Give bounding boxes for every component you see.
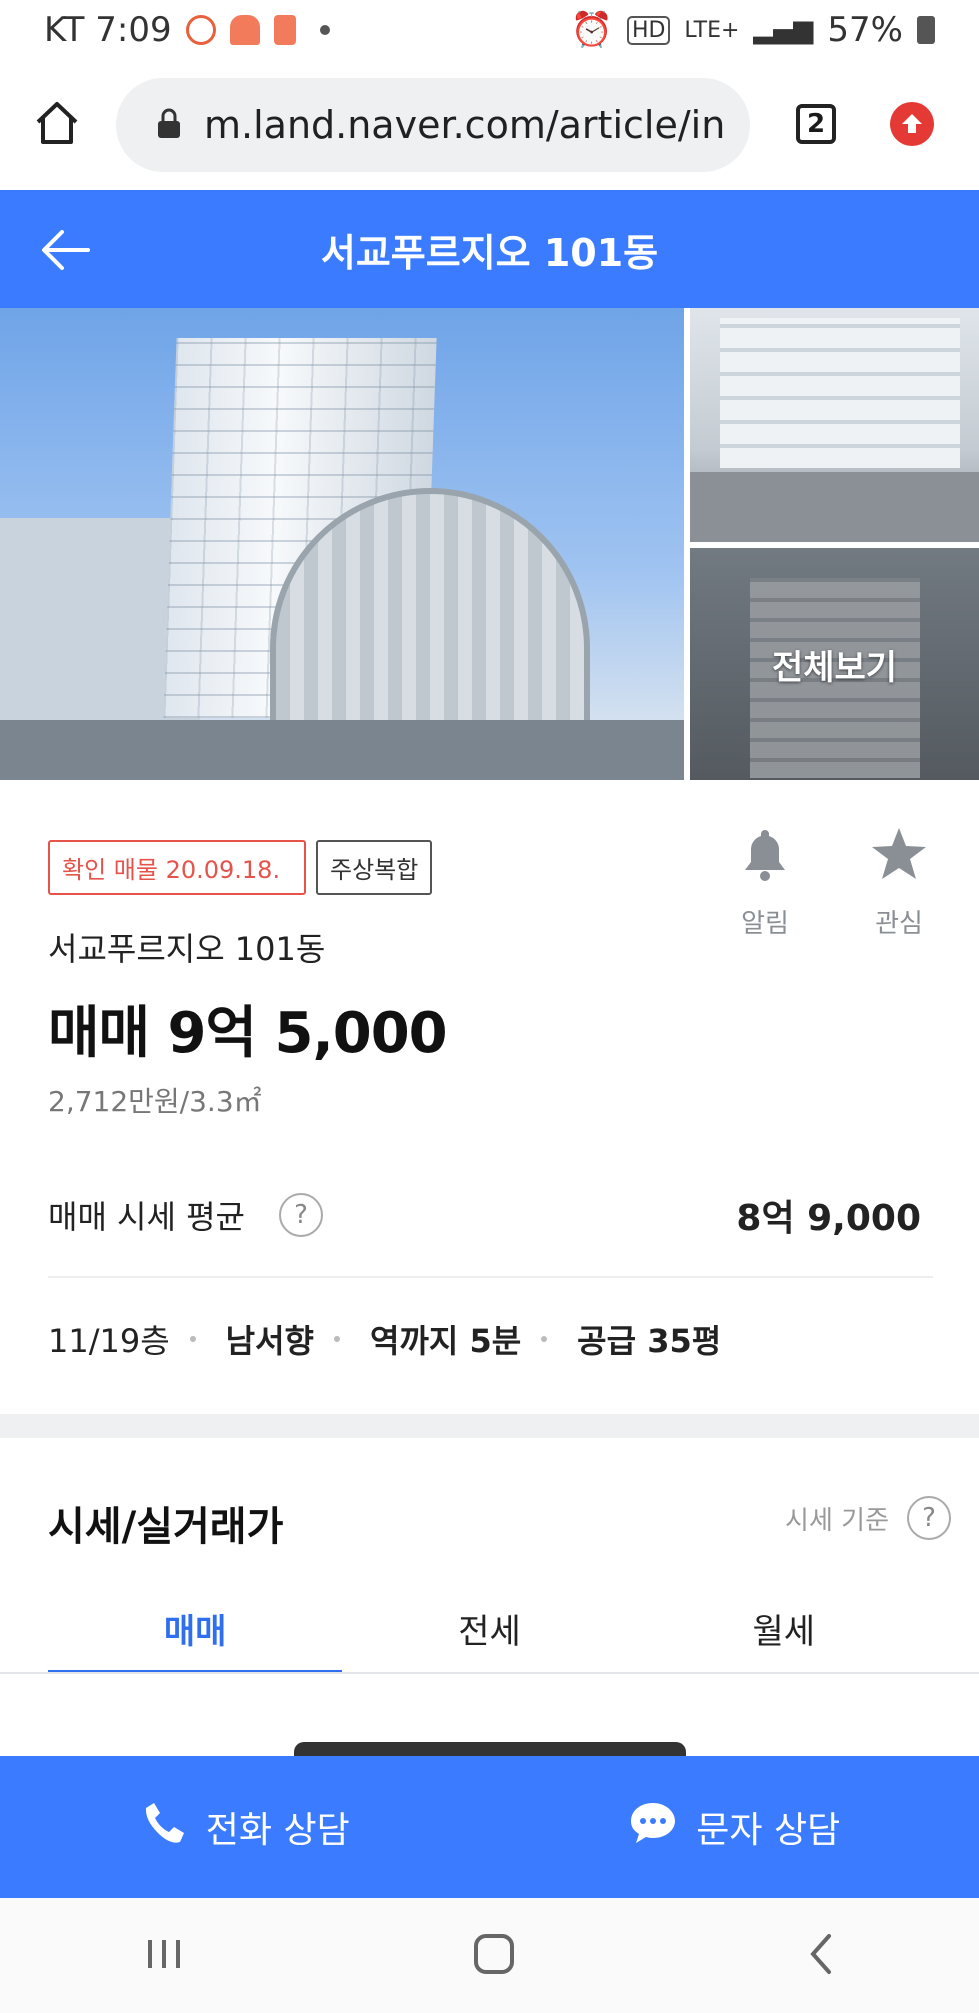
more-notifications-icon	[319, 25, 330, 35]
price-basis[interactable]: 시세 기준 ?	[785, 1496, 951, 1540]
photo-gallery: 전체보기	[0, 308, 979, 780]
call-consult-button[interactable]: 전화 상담	[0, 1756, 490, 1898]
listing-badges: 확인 매물 20.09.18. 주상복합	[48, 840, 433, 895]
lock-icon	[156, 107, 182, 143]
market-average-value: 8억 9,000	[736, 1198, 921, 1239]
tabs-underline	[0, 1672, 979, 1674]
supply-area: 공급 35평	[577, 1322, 722, 1360]
station-distance: 역까지 5분	[370, 1322, 522, 1360]
tab-switcher-button[interactable]: 2	[796, 104, 836, 144]
url-text: m.land.naver.com/article/in	[204, 103, 726, 147]
help-icon[interactable]: ?	[907, 1496, 951, 1540]
property-type-badge: 주상복합	[316, 840, 433, 895]
status-carrier-time: KT 7:09	[44, 10, 172, 50]
listing-specs: 11/19층 남서향 역까지 5분 공급 35평	[48, 1316, 721, 1362]
tab-sale[interactable]: 매매	[48, 1582, 343, 1674]
alarm-icon: ⏰	[570, 10, 613, 50]
alarm-bell-icon	[229, 15, 260, 45]
market-average-label: 매매 시세 평균	[48, 1198, 245, 1236]
network-type: LTE+	[684, 17, 740, 43]
bell-icon	[740, 826, 790, 903]
photo-ground	[0, 720, 684, 780]
back-nav-icon[interactable]	[805, 1932, 835, 1980]
recent-apps-icon[interactable]	[144, 1936, 184, 1976]
sale-price: 매매 9억 5,000	[48, 1001, 448, 1066]
call-consult-label: 전화 상담	[205, 1810, 350, 1851]
separator-dot	[334, 1336, 340, 1342]
price-basis-label: 시세 기준	[785, 1505, 889, 1536]
main-photo[interactable]	[0, 308, 684, 780]
building-name: 서교푸르지오 101동	[48, 930, 326, 968]
tab-jeonse[interactable]: 전세	[342, 1582, 636, 1674]
divider	[48, 1276, 933, 1278]
price-per-area: 2,712만원/3.3㎡	[48, 1085, 262, 1118]
chat-bubble-icon	[628, 1800, 678, 1855]
message-consult-button[interactable]: 문자 상담	[490, 1756, 979, 1898]
contact-bar: 전화 상담 문자 상담	[0, 1756, 979, 1898]
app-header: 서교푸르지오 101동	[0, 190, 979, 308]
favorite-button[interactable]: 관심	[863, 826, 935, 940]
url-bar[interactable]: m.land.naver.com/article/in	[116, 78, 750, 172]
message-consult-label: 문자 상담	[696, 1810, 841, 1851]
favorite-label: 관심	[875, 909, 923, 939]
view-all-photos-button[interactable]: 전체보기	[690, 548, 979, 780]
deal-type-tabs: 매매 전세 월세	[48, 1582, 931, 1674]
signal-icon: ▂▄▆	[753, 15, 814, 45]
notification-app-icon	[185, 15, 216, 45]
home-icon[interactable]	[32, 98, 82, 152]
separator-dot	[541, 1336, 548, 1342]
separator-dot	[189, 1336, 196, 1342]
view-all-label: 전체보기	[771, 647, 898, 688]
alert-button[interactable]: 알림	[729, 826, 801, 940]
broom-icon	[273, 15, 296, 45]
market-average-row: 매매 시세 평균 ? 8억 9,000	[48, 1180, 931, 1250]
system-nav-bar	[0, 1898, 979, 2013]
direction-info: 남서향	[225, 1322, 314, 1360]
thumbnail-photo[interactable]	[690, 308, 979, 542]
section-gap	[0, 1414, 979, 1438]
battery-icon	[917, 16, 935, 44]
listing-actions: 알림 관심	[729, 826, 935, 940]
hd-icon: HD	[626, 15, 671, 45]
alert-label: 알림	[741, 909, 789, 939]
verified-listing-badge: 확인 매물 20.09.18.	[48, 840, 306, 895]
upload-icon[interactable]	[890, 102, 934, 146]
battery-percent: 57%	[827, 10, 903, 50]
page-title: 서교푸르지오 101동	[320, 230, 659, 275]
browser-bar: m.land.naver.com/article/in 2	[0, 74, 979, 180]
section-title: 시세/실거래가	[48, 1504, 284, 1550]
floor-info: 11/19층	[48, 1322, 170, 1360]
star-icon	[870, 826, 928, 903]
phone-icon	[140, 1799, 188, 1856]
status-bar: KT 7:09 ⏰ HD LTE+ ▂▄▆ 57%	[0, 0, 979, 60]
tab-monthly-rent[interactable]: 월세	[637, 1582, 931, 1674]
help-icon[interactable]: ?	[278, 1193, 323, 1237]
home-nav-icon[interactable]	[472, 1932, 516, 1980]
